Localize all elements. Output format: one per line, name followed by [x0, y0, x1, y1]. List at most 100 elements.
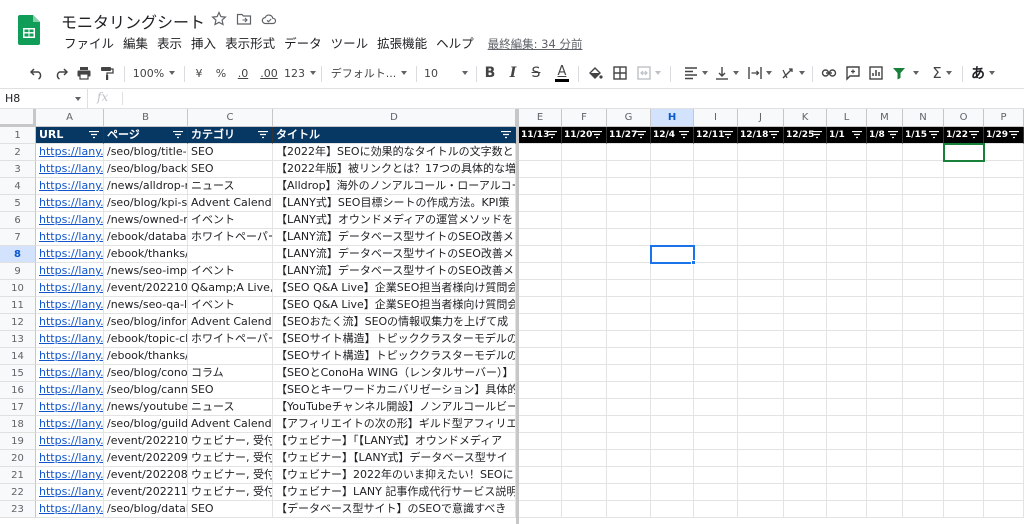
cell-g11[interactable]	[607, 297, 651, 314]
cell-b4[interactable]: /news/alldrop-no	[104, 178, 188, 195]
cell-n19[interactable]	[903, 433, 944, 450]
cell-g6[interactable]	[607, 212, 651, 229]
cell-f21[interactable]	[562, 467, 607, 484]
cell-g12[interactable]	[607, 314, 651, 331]
column-header-g[interactable]: G	[607, 109, 651, 127]
cell-p5[interactable]	[984, 195, 1024, 212]
cell-d6[interactable]: 【LANY式】オウンドメディアの運営メソッドを	[273, 212, 516, 229]
cell-o21[interactable]	[944, 467, 984, 484]
row-header-21[interactable]: 21	[0, 467, 36, 484]
cell-n4[interactable]	[903, 178, 944, 195]
cell-l16[interactable]	[827, 382, 867, 399]
cell-f9[interactable]	[562, 263, 607, 280]
cell-g3[interactable]	[607, 161, 651, 178]
cell-d11[interactable]: 【SEO Q&A Live】企業SEO担当者様向け質問会	[273, 297, 516, 314]
cell-h14[interactable]	[651, 348, 694, 365]
text-rotation-icon[interactable]	[778, 58, 806, 88]
cell-m14[interactable]	[867, 348, 903, 365]
cell-d17[interactable]: 【YouTubeチャンネル開設】ノンアルコールビー	[273, 399, 516, 416]
cell-e22[interactable]	[519, 484, 562, 501]
cell-b11[interactable]: /news/seo-qa-liv	[104, 297, 188, 314]
cell-p3[interactable]	[984, 161, 1024, 178]
cell-e3[interactable]	[519, 161, 562, 178]
menu-edit[interactable]: 編集	[120, 36, 151, 52]
cell-m9[interactable]	[867, 263, 903, 280]
cell-p7[interactable]	[984, 229, 1024, 246]
cell-m23[interactable]	[867, 501, 903, 518]
text-wrapping-icon[interactable]	[745, 58, 773, 88]
cell-f17[interactable]	[562, 399, 607, 416]
cell-k17[interactable]	[784, 399, 827, 416]
cell-m16[interactable]	[867, 382, 903, 399]
column-header-m[interactable]: M	[867, 109, 903, 127]
row-header-18[interactable]: 18	[0, 416, 36, 433]
cell-p9[interactable]	[984, 263, 1024, 280]
merge-cells-icon[interactable]	[634, 58, 662, 88]
cell-a23[interactable]: https://lany.c	[36, 501, 104, 518]
row-header-16[interactable]: 16	[0, 382, 36, 399]
borders-icon[interactable]	[609, 58, 631, 88]
cell-c13[interactable]: ホワイトペーパー	[188, 331, 273, 348]
cell-l13[interactable]	[827, 331, 867, 348]
cell-a18[interactable]: https://lany.c	[36, 416, 104, 433]
cell-e8[interactable]	[519, 246, 562, 263]
cell-n13[interactable]	[903, 331, 944, 348]
cell-n20[interactable]	[903, 450, 944, 467]
cell-m4[interactable]	[867, 178, 903, 195]
header-cell-g[interactable]: 11/27	[607, 127, 651, 144]
cell-l22[interactable]	[827, 484, 867, 501]
cell-n3[interactable]	[903, 161, 944, 178]
cell-g10[interactable]	[607, 280, 651, 297]
cell-i21[interactable]	[694, 467, 738, 484]
move-folder-icon[interactable]	[236, 11, 252, 27]
cell-h18[interactable]	[651, 416, 694, 433]
cell-b14[interactable]: /ebook/thanks/to	[104, 348, 188, 365]
cell-a16[interactable]: https://lany.c	[36, 382, 104, 399]
header-cell-a[interactable]: URL	[36, 127, 104, 144]
redo-icon[interactable]	[50, 58, 72, 88]
row-header-13[interactable]: 13	[0, 331, 36, 348]
cell-k22[interactable]	[784, 484, 827, 501]
cell-c9[interactable]: イベント	[188, 263, 273, 280]
cell-n5[interactable]	[903, 195, 944, 212]
cell-c20[interactable]: ウェビナー, 受付	[188, 450, 273, 467]
cell-a17[interactable]: https://lany.c	[36, 399, 104, 416]
cell-n7[interactable]	[903, 229, 944, 246]
cell-c10[interactable]: Q&amp;A Live, 受	[188, 280, 273, 297]
row-header-9[interactable]: 9	[0, 263, 36, 280]
cell-i22[interactable]	[694, 484, 738, 501]
cell-a3[interactable]: https://lany.c	[36, 161, 104, 178]
cell-c18[interactable]: Advent Calendar	[188, 416, 273, 433]
cell-d19[interactable]: 【ウェビナー】「【LANY式】オウンドメディア	[273, 433, 516, 450]
document-title[interactable]: モニタリングシート	[61, 9, 205, 33]
cell-o8[interactable]	[944, 246, 984, 263]
row-header-1[interactable]: 1	[0, 127, 36, 144]
cell-m17[interactable]	[867, 399, 903, 416]
cell-h15[interactable]	[651, 365, 694, 382]
cell-f10[interactable]	[562, 280, 607, 297]
cell-c7[interactable]: ホワイトペーパー	[188, 229, 273, 246]
cell-g14[interactable]	[607, 348, 651, 365]
cell-l19[interactable]	[827, 433, 867, 450]
cell-b15[interactable]: /seo/blog/conoha	[104, 365, 188, 382]
header-cell-l[interactable]: 1/1	[827, 127, 867, 144]
horizontal-align-icon[interactable]	[681, 58, 709, 88]
functions-icon[interactable]: Σ	[928, 58, 956, 88]
column-header-p[interactable]: P	[984, 109, 1024, 127]
cell-e20[interactable]	[519, 450, 562, 467]
cell-n22[interactable]	[903, 484, 944, 501]
cell-o6[interactable]	[944, 212, 984, 229]
cell-o9[interactable]	[944, 263, 984, 280]
star-icon[interactable]	[211, 11, 227, 27]
cell-l11[interactable]	[827, 297, 867, 314]
cell-b22[interactable]: /event/20221109	[104, 484, 188, 501]
cell-l12[interactable]	[827, 314, 867, 331]
menu-tools[interactable]: ツール	[328, 36, 372, 52]
cell-j21[interactable]	[738, 467, 784, 484]
cell-k13[interactable]	[784, 331, 827, 348]
cell-a20[interactable]: https://lany.c	[36, 450, 104, 467]
cell-o13[interactable]	[944, 331, 984, 348]
menu-extensions[interactable]: 拡張機能	[374, 36, 430, 52]
cell-k7[interactable]	[784, 229, 827, 246]
cell-h16[interactable]	[651, 382, 694, 399]
